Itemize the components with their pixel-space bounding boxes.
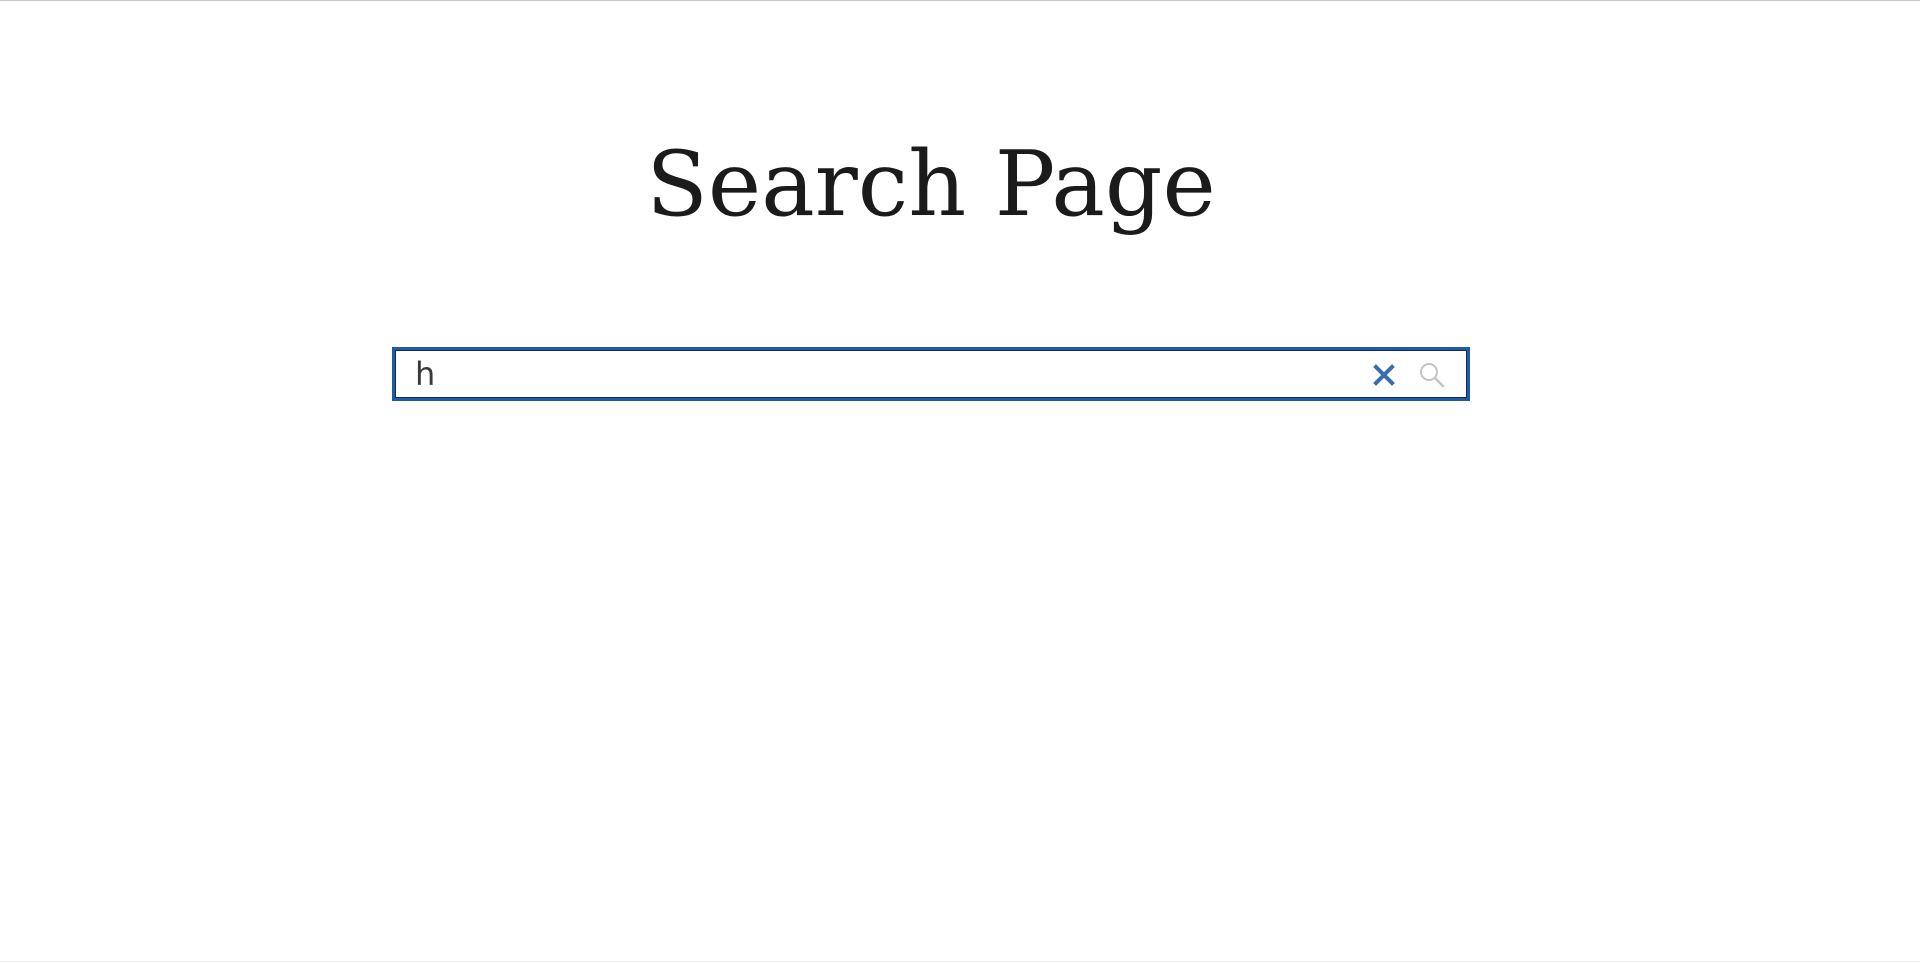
page-divider [0, 961, 1920, 962]
close-icon [1373, 364, 1395, 386]
clear-button[interactable] [1369, 360, 1399, 390]
search-button[interactable] [1417, 360, 1447, 390]
search-icon [1420, 363, 1445, 388]
page-title: Search Page [646, 132, 1216, 237]
search-input[interactable] [415, 356, 1315, 392]
search-box [392, 347, 1470, 401]
